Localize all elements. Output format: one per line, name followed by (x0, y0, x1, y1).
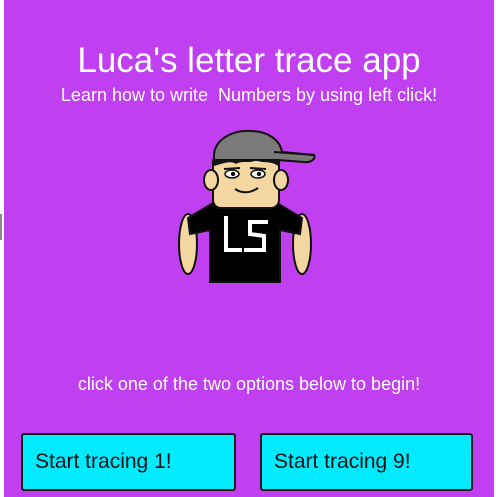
avatar-icon (178, 129, 316, 283)
edge-marker (0, 214, 2, 240)
right-ear (273, 169, 289, 191)
shirt (186, 199, 304, 283)
start-tracing-1-button[interactable]: Start tracing 1! (21, 433, 236, 491)
cap (213, 129, 316, 164)
page-subtitle: Learn how to write Numbers by using left… (60, 85, 438, 105)
start-tracing-9-button[interactable]: Start tracing 9! (260, 433, 473, 491)
app-canvas: Luca's letter trace app Learn how to wri… (4, 0, 494, 497)
instruction-text: click one of the two options below to be… (77, 374, 421, 394)
page-title: Luca's letter trace app (77, 41, 421, 80)
right-edge-strip (494, 0, 499, 497)
left-ear (203, 169, 219, 191)
